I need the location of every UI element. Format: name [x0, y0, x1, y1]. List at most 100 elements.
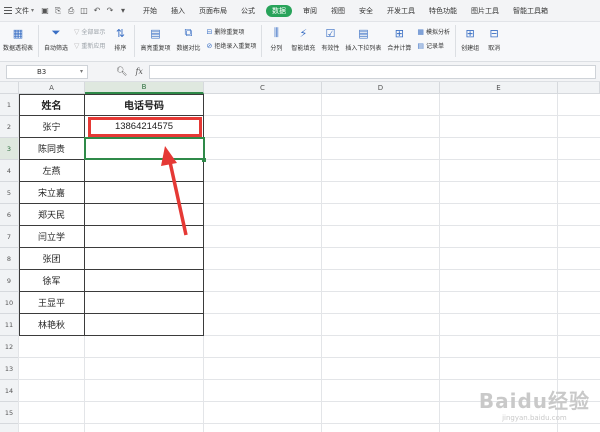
column-header-b[interactable]: B [85, 82, 204, 94]
row-header-9[interactable]: 9 [0, 270, 19, 292]
row-header-2[interactable]: 2 [0, 116, 19, 138]
customize-icon[interactable]: ▾ [118, 6, 128, 16]
autofilter-button[interactable]: ⏷ 自动筛选 [41, 25, 71, 61]
highlight-duplicates-button[interactable]: ▤ 高亮重复项 [137, 25, 173, 61]
split-button[interactable]: ⫼ 分列 [264, 25, 288, 61]
row-header-12[interactable]: 12 [0, 336, 19, 358]
phone-cell[interactable] [85, 182, 204, 204]
tab-2[interactable]: 页面布局 [192, 0, 234, 22]
name-cell[interactable]: 左燕 [19, 160, 85, 182]
reapply-icon: ▽ [74, 41, 80, 50]
reject-duplicates-button[interactable]: ⊘ 拒绝录入重复项 [206, 41, 256, 51]
header-cell-name[interactable]: 姓名 [19, 94, 85, 116]
redo-icon[interactable]: ↷ [105, 6, 115, 16]
name-cell[interactable]: 宋立嘉 [19, 182, 85, 204]
print-icon[interactable]: ⎙ [66, 6, 76, 16]
export-icon[interactable]: ⎘ [53, 6, 63, 16]
name-box[interactable]: B3 ▾ [6, 64, 88, 79]
column-header-c[interactable]: C [204, 82, 322, 94]
spreadsheet-app: 文件 ▾ ▣ ⎘ ⎙ ◫ ↶ ↷ ▾ 开始 插入 页面布局 公式 数据 审阅 视图 安全 开发工… [0, 0, 600, 432]
name-cell[interactable]: 徐军 [19, 270, 85, 292]
column-header-d[interactable]: D [322, 82, 440, 94]
formula-input[interactable] [148, 64, 596, 79]
undo-icon[interactable]: ↶ [92, 6, 102, 16]
row-header-3[interactable]: 3 [0, 138, 19, 160]
insert-dropdown-button[interactable]: ▤ 插入下拉列表 [342, 25, 384, 61]
file-menu[interactable]: 文件 ▾ [0, 0, 40, 22]
show-all-label: 全部显示 [81, 29, 106, 36]
row-header-4[interactable]: 4 [0, 160, 19, 182]
column-header-a[interactable]: A [19, 82, 85, 94]
row-header-11[interactable]: 11 [0, 314, 19, 336]
row-header-8[interactable]: 8 [0, 248, 19, 270]
consolidate-button[interactable]: ⊞ 合并计算 [384, 25, 414, 61]
phone-cell[interactable] [85, 160, 204, 182]
menu-icon [4, 7, 12, 14]
phone-cell[interactable] [85, 248, 204, 270]
fx-button[interactable]: fx [135, 67, 142, 76]
what-if-analysis-button[interactable]: ▦ 模拟分析 [417, 27, 450, 37]
tab-9[interactable]: 特色功能 [422, 0, 464, 22]
row-header-1[interactable]: 1 [0, 94, 19, 116]
tab-3[interactable]: 公式 [234, 0, 262, 22]
quick-access-toolbar: ▣ ⎘ ⎙ ◫ ↶ ↷ ▾ [40, 6, 128, 16]
row-header-7[interactable]: 7 [0, 226, 19, 248]
reapply-button[interactable]: ▽ 重新应用 [74, 41, 105, 51]
tab-11[interactable]: 智能工具箱 [506, 0, 555, 22]
tab-4[interactable]: 数据 [266, 4, 293, 17]
name-cell[interactable]: 张团 [19, 248, 85, 270]
select-all-corner[interactable] [0, 82, 19, 94]
tab-7[interactable]: 安全 [352, 0, 380, 22]
phone-cell[interactable] [85, 292, 204, 314]
divider [38, 25, 40, 57]
data-compare-icon: ⧉ [184, 26, 193, 39]
tab-10[interactable]: 图片工具 [464, 0, 506, 22]
phone-cell[interactable] [85, 226, 204, 248]
tab-5[interactable]: 审阅 [296, 0, 324, 22]
gridline-horizontal [19, 379, 600, 380]
tab-8[interactable]: 开发工具 [380, 0, 422, 22]
remove-duplicates-icon: ⊟ [206, 27, 213, 36]
tab-6[interactable]: 视图 [324, 0, 352, 22]
row-header-6[interactable]: 6 [0, 204, 19, 226]
row-header-5[interactable]: 5 [0, 182, 19, 204]
consolidate-label: 合并计算 [387, 45, 412, 52]
row-header-10[interactable]: 10 [0, 292, 19, 314]
name-cell[interactable]: 张宁 [19, 116, 85, 138]
ungroup-label: 取消 [488, 45, 501, 52]
ungroup-button[interactable]: ⊟ 取消 [482, 25, 506, 61]
pivot-table-button[interactable]: ▦ 数据透视表 [0, 25, 36, 61]
name-cell[interactable]: 陈同贵 [19, 138, 85, 160]
smart-fill-button[interactable]: ⚡ 智能填充 [288, 25, 318, 61]
row-header-13[interactable]: 13 [0, 358, 19, 380]
name-cell[interactable]: 闫立学 [19, 226, 85, 248]
row-header-16[interactable]: 16 [0, 424, 19, 432]
remove-duplicates-button[interactable]: ⊟ 删除重复项 [206, 27, 256, 37]
tab-1[interactable]: 插入 [164, 0, 192, 22]
header-cell-phone[interactable]: 电话号码 [85, 94, 204, 116]
validation-button[interactable]: ☑ 有效性 [318, 25, 342, 61]
fill-handle[interactable] [202, 158, 206, 162]
table-border-top [19, 94, 204, 95]
name-cell[interactable]: 林艳秋 [19, 314, 85, 336]
column-header-filler [558, 82, 600, 94]
zoom-icon[interactable]: 🔍︎ [116, 67, 127, 77]
name-cell[interactable]: 郑天民 [19, 204, 85, 226]
record-form-button[interactable]: ▤ 记录单 [417, 41, 450, 51]
tab-0[interactable]: 开始 [136, 0, 164, 22]
preview-icon[interactable]: ◫ [79, 6, 89, 16]
column-header-e[interactable]: E [440, 82, 558, 94]
data-compare-button[interactable]: ⧉ 数据对比 [173, 25, 203, 61]
row-header-14[interactable]: 14 [0, 380, 19, 402]
cell-reference: B3 [37, 67, 47, 76]
save-icon[interactable]: ▣ [40, 6, 50, 16]
show-all-button[interactable]: ▽ 全部显示 [74, 27, 106, 37]
name-cell[interactable]: 王显平 [19, 292, 85, 314]
create-group-button[interactable]: ⊞ 创建组 [458, 25, 482, 61]
phone-cell[interactable] [85, 204, 204, 226]
active-cell-b3[interactable] [84, 137, 205, 160]
phone-cell[interactable] [85, 270, 204, 292]
sort-button[interactable]: ⇅ 排序 [108, 25, 132, 61]
row-header-15[interactable]: 15 [0, 402, 19, 424]
phone-cell[interactable] [85, 314, 204, 336]
